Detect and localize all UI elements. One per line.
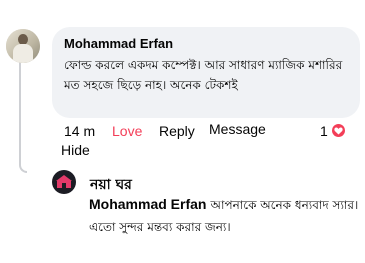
- hide-button[interactable]: Hide: [61, 142, 90, 158]
- message-button[interactable]: Message: [209, 121, 266, 137]
- reply-button[interactable]: Reply: [159, 123, 195, 139]
- page-avatar[interactable]: [52, 170, 76, 194]
- reply-text-block: Mohammad Erfan আপনাকে অনেক ধন্যবাদ স্যার।…: [89, 193, 359, 238]
- comment-author[interactable]: Mohammad Erfan: [64, 36, 173, 51]
- heart-icon[interactable]: [332, 124, 345, 137]
- reaction-count[interactable]: 1: [320, 123, 328, 139]
- avatar[interactable]: [6, 29, 40, 63]
- comment-text: ফোল্ড করলে একদম কম্পেক্ট। আর সাধারণ ম্যা…: [64, 58, 343, 92]
- comment-timestamp[interactable]: 14 m: [64, 123, 95, 139]
- comment-bubble: Mohammad Erfan ফোল্ড করলে একদম কম্পেক্ট।…: [52, 27, 360, 118]
- love-button[interactable]: Love: [112, 123, 142, 139]
- thread-connector-line: [19, 56, 27, 173]
- reply-mention[interactable]: Mohammad Erfan: [89, 196, 206, 212]
